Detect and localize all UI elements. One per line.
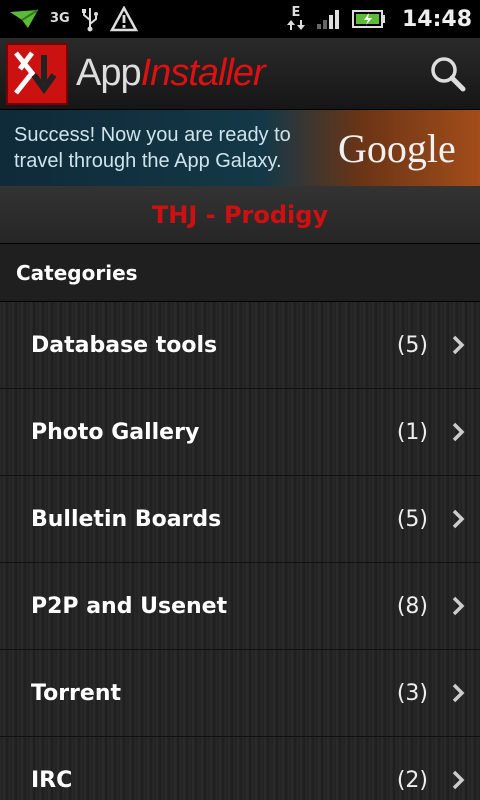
category-count: (3) [396, 680, 428, 706]
status-bar: 3G E 14:48 [0, 0, 480, 38]
category-count: (2) [396, 767, 428, 793]
category-label: P2P and Usenet [31, 593, 228, 619]
warning-icon [109, 6, 138, 32]
clock: 14:48 [401, 6, 472, 32]
ad-text: Success! Now you are ready to travel thr… [14, 124, 291, 172]
app-title: AppInstaller [76, 52, 266, 95]
category-label: Photo Gallery [31, 419, 200, 445]
list-item[interactable]: IRC (2) [0, 737, 480, 800]
chevron-right-icon [452, 335, 465, 355]
list-item[interactable]: Bulletin Boards (5) [0, 476, 480, 563]
wifi-hotspot-icon: 3G [50, 11, 70, 26]
network-type-label: 3G [50, 11, 70, 26]
search-icon [431, 57, 466, 92]
status-right-icons: E 14:48 [286, 5, 472, 32]
chevron-right-icon [452, 683, 465, 703]
list-item[interactable]: Photo Gallery (1) [0, 389, 480, 476]
chevron-right-icon [452, 509, 465, 529]
categories-header-label: Categories [16, 260, 138, 285]
category-count: (8) [396, 593, 428, 619]
ad-banner[interactable]: Success! Now you are ready to travel thr… [0, 110, 480, 186]
category-count: (1) [396, 419, 428, 445]
chevron-right-icon [452, 770, 465, 790]
search-button[interactable] [428, 54, 468, 94]
list-item[interactable]: P2P and Usenet (8) [0, 563, 480, 650]
list-item[interactable]: Database tools (5) [0, 302, 480, 389]
notification-icon [8, 8, 40, 30]
list-item[interactable]: Torrent (3) [0, 650, 480, 737]
app-title-part2: Installer [140, 52, 266, 94]
categories-header: Categories [0, 244, 480, 302]
page-title: THJ - Prodigy [151, 200, 329, 229]
chevron-right-icon [452, 422, 465, 442]
usb-icon [80, 6, 100, 32]
category-count: (5) [396, 332, 428, 358]
category-list[interactable]: Database tools (5) Photo Gallery (1) Bul… [0, 302, 480, 800]
signal-icon [316, 8, 342, 30]
app-title-part1: App [76, 52, 142, 94]
app-header: AppInstaller [0, 38, 480, 110]
page-title-bar: THJ - Prodigy [0, 186, 480, 244]
ad-brand-logo: Google [338, 125, 456, 171]
category-label: Database tools [31, 332, 218, 358]
category-label: Torrent [31, 680, 121, 706]
battery-charging-icon [351, 9, 386, 29]
category-label: IRC [31, 767, 73, 793]
chevron-right-icon [452, 596, 465, 616]
category-label: Bulletin Boards [31, 506, 222, 532]
data-type-label: E [291, 5, 301, 20]
data-transfer-icon: E [286, 5, 306, 31]
status-left-icons: 3G [8, 6, 138, 32]
category-count: (5) [396, 506, 428, 532]
appinstaller-logo-icon [6, 42, 68, 105]
